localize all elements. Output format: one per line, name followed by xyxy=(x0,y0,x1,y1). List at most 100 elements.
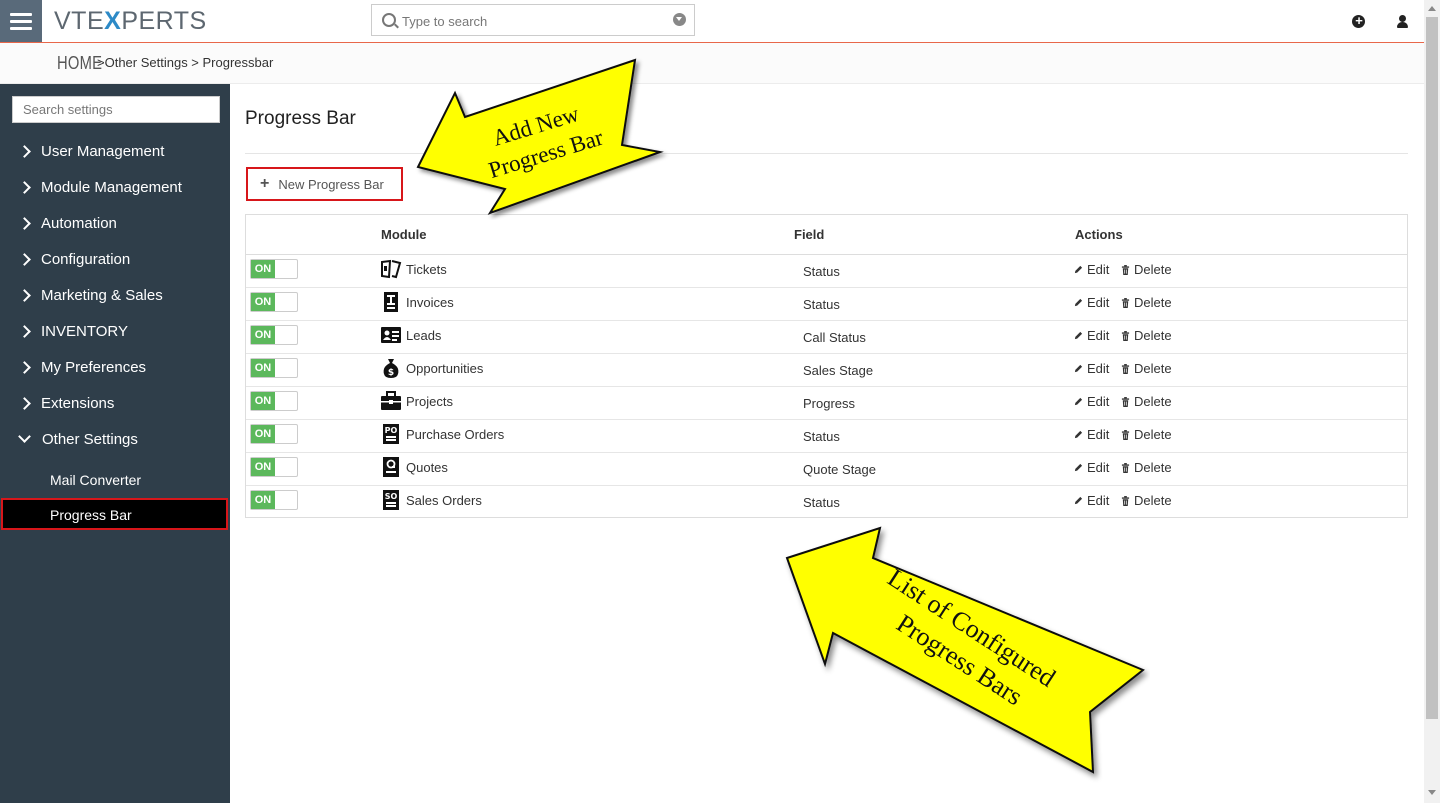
sidebar: User Management Module Management Automa… xyxy=(0,84,230,803)
pencil-icon xyxy=(1074,298,1083,307)
field-name: Progress xyxy=(803,396,856,411)
edit-link[interactable]: Edit xyxy=(1074,493,1109,508)
sidebar-item-other-settings[interactable]: Other Settings xyxy=(18,427,138,451)
module-name: Invoices xyxy=(406,295,454,310)
module-name: Sales Orders xyxy=(406,493,482,508)
edit-link[interactable]: Edit xyxy=(1074,427,1109,442)
delete-link[interactable]: Delete xyxy=(1121,295,1172,310)
table-row: ON Quotes Quote Stage Edit Delete xyxy=(246,452,1407,486)
quick-create-icon[interactable] xyxy=(1351,12,1369,30)
status-toggle[interactable]: ON xyxy=(250,424,298,444)
scroll-up-icon[interactable] xyxy=(1428,6,1436,11)
toggle-on-label: ON xyxy=(251,260,275,278)
edit-label: Edit xyxy=(1087,361,1110,376)
module-name: Leads xyxy=(406,328,442,343)
chevron-right-icon xyxy=(18,216,31,230)
toggle-on-label: ON xyxy=(251,458,275,476)
table-row: ON Tickets Status Edit Delete xyxy=(246,254,1407,288)
status-toggle[interactable]: ON xyxy=(250,259,298,279)
trash-icon xyxy=(1121,363,1130,374)
edit-link[interactable]: Edit xyxy=(1074,328,1109,343)
delete-link[interactable]: Delete xyxy=(1121,493,1172,508)
status-toggle[interactable]: ON xyxy=(250,358,298,378)
breadcrumb-path[interactable]: >Other Settings > Progressbar xyxy=(97,55,273,70)
sidebar-item-inventory[interactable]: INVENTORY xyxy=(18,319,128,343)
edit-link[interactable]: Edit xyxy=(1074,460,1109,475)
sidebar-subitem-mail-converter[interactable]: Mail Converter xyxy=(50,472,141,488)
sidebar-item-label: INVENTORY xyxy=(41,322,128,340)
delete-link[interactable]: Delete xyxy=(1121,262,1172,277)
plus-icon: + xyxy=(260,175,270,192)
trash-icon xyxy=(1121,297,1130,308)
toggle-on-label: ON xyxy=(251,293,275,311)
table-row: ON $ Opportunities Sales Stage Edit Delete xyxy=(246,353,1407,387)
sidebar-item-extensions[interactable]: Extensions xyxy=(18,391,114,415)
field-name: Quote Stage xyxy=(803,462,876,477)
sidebar-item-user-management[interactable]: User Management xyxy=(18,139,164,163)
field-name: Status xyxy=(803,297,840,312)
scroll-thumb[interactable] xyxy=(1426,17,1438,719)
new-progress-bar-button[interactable]: + New Progress Bar xyxy=(246,167,403,201)
pencil-icon xyxy=(1074,463,1083,472)
table-row: ON Leads Call Status Edit Delete xyxy=(246,320,1407,354)
settings-search-input[interactable] xyxy=(12,96,220,123)
search-icon xyxy=(382,13,396,27)
delete-link[interactable]: Delete xyxy=(1121,361,1172,376)
table-row: ON Invoices Status Edit Delete xyxy=(246,287,1407,321)
chevron-down-icon[interactable] xyxy=(673,13,686,26)
menu-icon[interactable] xyxy=(0,0,42,42)
edit-label: Edit xyxy=(1087,427,1110,442)
scroll-down-icon[interactable] xyxy=(1428,790,1436,795)
chevron-right-icon xyxy=(18,360,31,374)
sidebar-item-automation[interactable]: Automation xyxy=(18,211,117,235)
edit-link[interactable]: Edit xyxy=(1074,295,1109,310)
user-icon[interactable] xyxy=(1395,12,1413,30)
delete-link[interactable]: Delete xyxy=(1121,460,1172,475)
sidebar-item-label: User Management xyxy=(41,142,165,160)
callout-list-arrow: List of Configured Progress Bars xyxy=(785,526,1145,774)
trash-icon xyxy=(1121,330,1130,341)
edit-link[interactable]: Edit xyxy=(1074,361,1109,376)
trash-icon xyxy=(1121,429,1130,440)
delete-label: Delete xyxy=(1134,361,1172,376)
delete-link[interactable]: Delete xyxy=(1121,394,1172,409)
module-name: Tickets xyxy=(406,262,447,277)
table-row: ON PO Purchase Orders Status Edit Delete xyxy=(246,419,1407,453)
status-toggle[interactable]: ON xyxy=(250,457,298,477)
global-search-input[interactable] xyxy=(400,9,664,33)
sidebar-item-module-management[interactable]: Module Management xyxy=(18,175,182,199)
status-toggle[interactable]: ON xyxy=(250,292,298,312)
status-toggle[interactable]: ON xyxy=(250,391,298,411)
pencil-icon xyxy=(1074,496,1083,505)
edit-label: Edit xyxy=(1087,328,1110,343)
lead-card-icon xyxy=(380,324,402,346)
sidebar-subitem-progress-bar[interactable]: Progress Bar xyxy=(1,498,228,530)
delete-label: Delete xyxy=(1134,394,1172,409)
delete-link[interactable]: Delete xyxy=(1121,427,1172,442)
top-bar: VTEXPERTS xyxy=(0,0,1424,43)
column-actions: Actions xyxy=(1075,227,1123,242)
page-scrollbar[interactable] xyxy=(1424,0,1440,803)
quote-icon xyxy=(380,456,402,478)
money-bag-icon: $ xyxy=(380,357,402,379)
breadcrumb-home[interactable]: HOME xyxy=(57,53,102,74)
toggle-on-label: ON xyxy=(251,491,275,509)
sidebar-item-marketing-sales[interactable]: Marketing & Sales xyxy=(18,283,163,307)
delete-link[interactable]: Delete xyxy=(1121,328,1172,343)
sidebar-item-label: Module Management xyxy=(41,178,182,196)
sidebar-item-label: Other Settings xyxy=(42,430,138,448)
edit-link[interactable]: Edit xyxy=(1074,262,1109,277)
toggle-on-label: ON xyxy=(251,392,275,410)
edit-link[interactable]: Edit xyxy=(1074,394,1109,409)
po-icon: PO xyxy=(380,423,402,445)
status-toggle[interactable]: ON xyxy=(250,325,298,345)
sidebar-item-configuration[interactable]: Configuration xyxy=(18,247,130,271)
sidebar-item-my-preferences[interactable]: My Preferences xyxy=(18,355,146,379)
delete-label: Delete xyxy=(1134,295,1172,310)
status-toggle[interactable]: ON xyxy=(250,490,298,510)
new-progress-bar-label: New Progress Bar xyxy=(278,176,384,192)
trash-icon xyxy=(1121,396,1130,407)
table-row: ON Projects Progress Edit Delete xyxy=(246,386,1407,420)
invoice-icon xyxy=(380,291,402,313)
logo[interactable]: VTEXPERTS xyxy=(54,6,207,36)
